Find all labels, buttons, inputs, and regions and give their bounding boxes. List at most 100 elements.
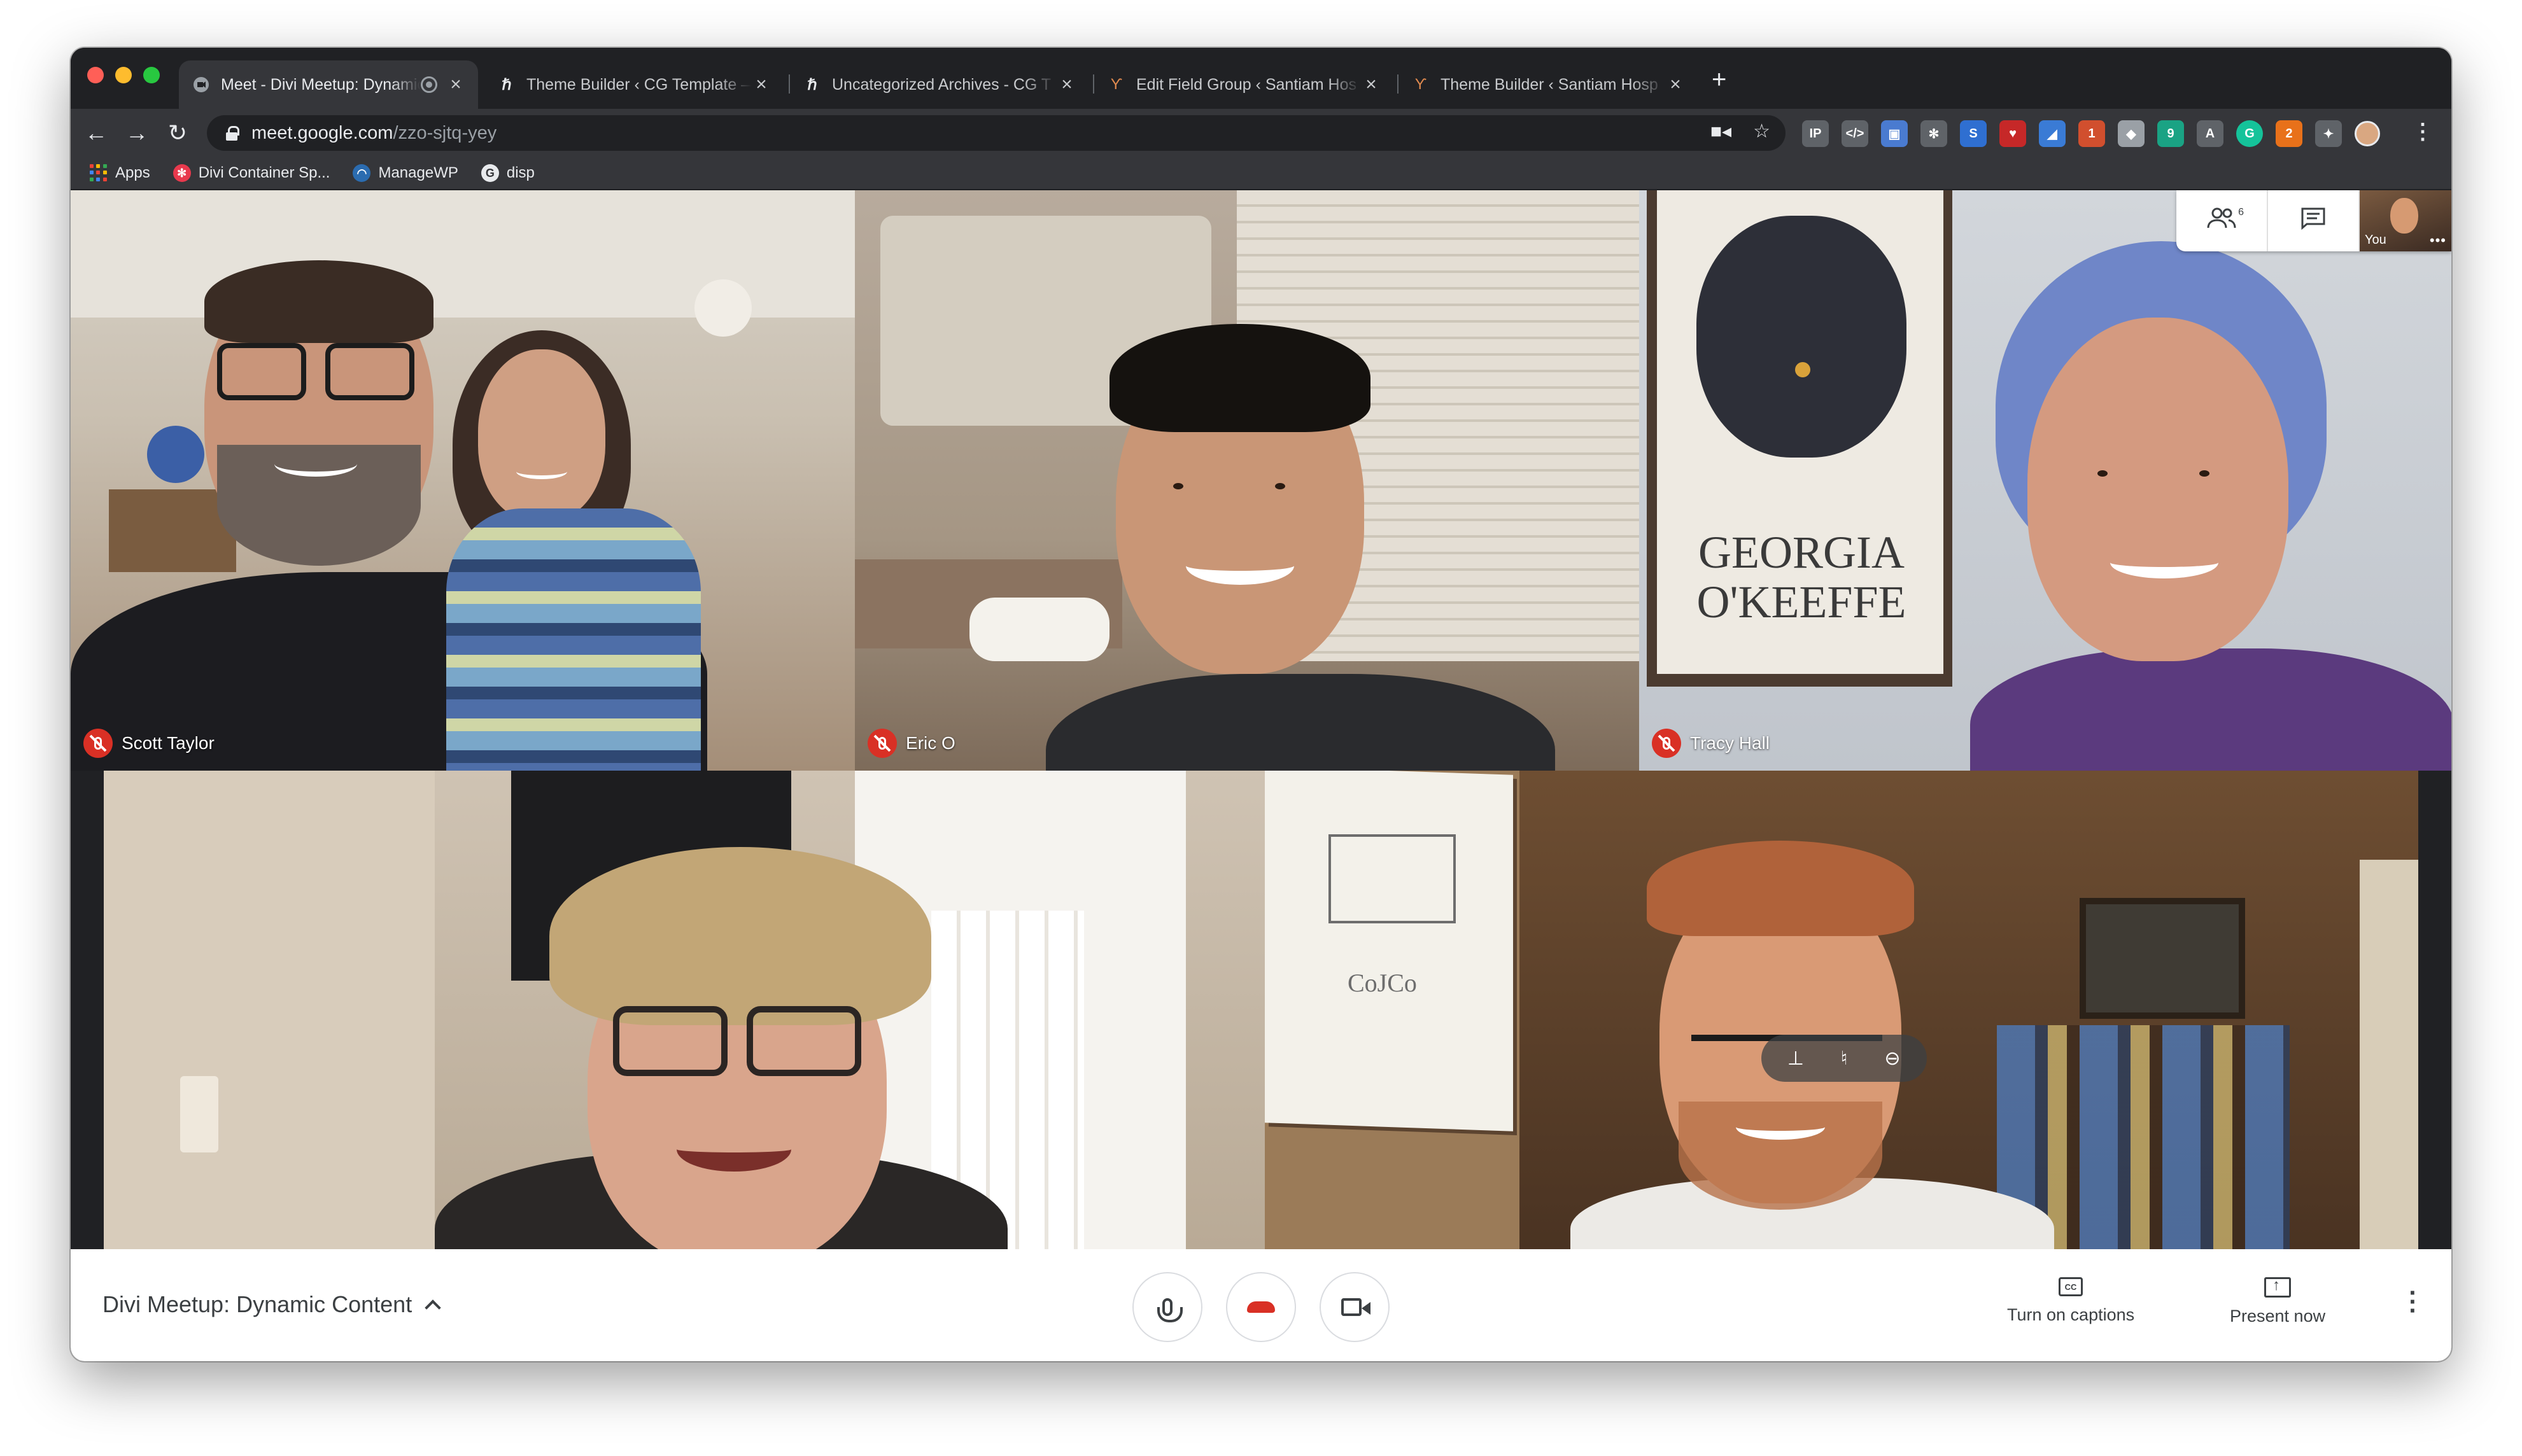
captions-label: Turn on captions bbox=[2007, 1305, 2135, 1324]
extension-icon[interactable]: G bbox=[2236, 120, 2263, 147]
pin-icon[interactable]: ⊥ bbox=[1781, 1044, 1810, 1073]
self-view-more-icon[interactable]: ••• bbox=[2430, 232, 2446, 249]
minimize-window-button[interactable] bbox=[115, 67, 132, 83]
whiteboard-text: CoJCo bbox=[1348, 969, 1417, 997]
extension-icon[interactable]: ♥ bbox=[1999, 120, 2026, 147]
camera-button[interactable] bbox=[1320, 1272, 1390, 1342]
hang-up-button[interactable] bbox=[1226, 1272, 1296, 1342]
tab-uncategorized-archives[interactable]: ℏ Uncategorized Archives - CG T × bbox=[790, 60, 1089, 109]
participant-tile-eric-o[interactable]: Eric O bbox=[855, 190, 1639, 771]
tab-title: Uncategorized Archives - CG T bbox=[832, 75, 1052, 94]
extension-icon[interactable]: A bbox=[2197, 120, 2223, 147]
tile-hover-controls: ⊥ ♮ ⊖ bbox=[1761, 1035, 1927, 1082]
present-now-button[interactable]: Present now bbox=[2230, 1277, 2325, 1326]
tab-title: Theme Builder ‹ Santiam Hosp bbox=[1441, 75, 1658, 94]
recording-icon bbox=[421, 76, 437, 93]
extensions-bar: IP </> ▣ ✻ S ♥ ◢ 1 ◆ 9 A G 2 ✦ bbox=[1802, 120, 2380, 147]
extension-icon[interactable]: ◆ bbox=[2118, 120, 2145, 147]
tab-theme-builder-santiam[interactable]: Ƴ Theme Builder ‹ Santiam Hosp × bbox=[1398, 60, 1698, 109]
extension-icon[interactable]: 2 bbox=[2276, 120, 2302, 147]
new-tab-button[interactable]: + bbox=[1712, 67, 1726, 92]
acf-icon: Ƴ bbox=[1110, 76, 1123, 93]
bookmark-divi-container[interactable]: ✻ Divi Container Sp... bbox=[173, 164, 330, 182]
poster-text: GEORGIA O'KEEFFE bbox=[1696, 527, 1906, 627]
bookmarks-bar: Apps ✻ Divi Container Sp... ◠ ManageWP G… bbox=[71, 157, 2451, 190]
people-button[interactable]: 6 bbox=[2176, 190, 2268, 251]
meet-bottom-bar: Divi Meetup: Dynamic Content CC Turn on … bbox=[71, 1249, 2451, 1361]
reload-icon[interactable]: ↻ bbox=[162, 118, 193, 148]
apps-grid-icon bbox=[90, 164, 108, 182]
present-screen-icon bbox=[2264, 1277, 2292, 1298]
extension-icon[interactable]: 9 bbox=[2157, 120, 2184, 147]
extension-icon[interactable]: ✻ bbox=[1920, 120, 1947, 147]
more-options-icon[interactable]: · · · bbox=[2407, 1280, 2420, 1324]
acf-icon: Ƴ bbox=[1414, 76, 1427, 93]
url-host: meet.google.com bbox=[251, 122, 393, 143]
extension-icon[interactable]: </> bbox=[1842, 120, 1868, 147]
extension-icon[interactable]: S bbox=[1960, 120, 1987, 147]
disp-icon: G bbox=[481, 164, 499, 182]
mic-off-icon bbox=[868, 729, 897, 758]
bookmark-star-icon[interactable]: ☆ bbox=[1753, 120, 1770, 143]
phone-hangup-icon bbox=[1247, 1301, 1275, 1313]
zoom-window-button[interactable] bbox=[143, 67, 160, 83]
extension-icon[interactable]: ◢ bbox=[2039, 120, 2066, 147]
bookmark-label: Divi Container Sp... bbox=[198, 164, 330, 181]
participant-tile-4[interactable] bbox=[104, 771, 1265, 1249]
participant-tile-5[interactable]: CoJCo ⊥ ♮ ⊖ bbox=[1265, 771, 2418, 1249]
extension-icon[interactable]: ▣ bbox=[1881, 120, 1908, 147]
participant-name: Scott Taylor bbox=[122, 733, 215, 753]
tab-edit-field-group[interactable]: Ƴ Edit Field Group ‹ Santiam Hos × bbox=[1094, 60, 1393, 109]
microphone-button[interactable] bbox=[1132, 1272, 1202, 1342]
meet-video-grid: Scott Taylor Eric O GEORGIA O'KEEFFE Tra… bbox=[71, 190, 2451, 1249]
camera-permission-icon[interactable]: ■◂ bbox=[1710, 120, 1731, 143]
back-arrow-icon[interactable]: ← bbox=[81, 118, 111, 148]
remove-participant-icon[interactable]: ⊖ bbox=[1878, 1044, 1907, 1073]
tab-title: Theme Builder ‹ CG Template — bbox=[526, 75, 752, 94]
closed-captions-icon: CC bbox=[2059, 1277, 2083, 1296]
forward-arrow-icon[interactable]: → bbox=[122, 118, 152, 148]
mute-participant-icon[interactable]: ♮ bbox=[1829, 1044, 1859, 1073]
tab-theme-builder-cg[interactable]: ℏ Theme Builder ‹ CG Template — × bbox=[484, 60, 784, 109]
captions-button[interactable]: CC Turn on captions bbox=[2007, 1277, 2134, 1325]
participant-name: Eric O bbox=[906, 733, 955, 753]
close-tab-icon[interactable]: × bbox=[1666, 74, 1685, 95]
tab-meet[interactable]: Meet - Divi Meetup: Dynamic Content × bbox=[179, 60, 478, 109]
participant-name: Tracy Hall bbox=[1690, 733, 1770, 753]
extension-icon[interactable]: IP bbox=[1802, 120, 1829, 147]
close-window-button[interactable] bbox=[87, 67, 104, 83]
bookmark-label: Apps bbox=[115, 164, 150, 181]
profile-avatar[interactable] bbox=[2355, 121, 2380, 146]
browser-window: Meet - Divi Meetup: Dynamic Content × ℏ … bbox=[71, 48, 2451, 1361]
people-icon bbox=[2207, 207, 2236, 235]
participant-name-tag: Eric O bbox=[868, 729, 955, 758]
chevron-up-icon bbox=[425, 1299, 441, 1316]
self-view-thumbnail[interactable]: You ••• bbox=[2360, 190, 2451, 251]
address-bar[interactable]: meet.google.com/zzo-sjtq-yey ■◂ ☆ bbox=[207, 115, 1786, 151]
close-tab-icon[interactable]: × bbox=[446, 74, 465, 95]
microphone-icon bbox=[1157, 1298, 1183, 1322]
meet-top-controls: 6 You ••• bbox=[2176, 190, 2451, 251]
lock-icon bbox=[226, 126, 239, 141]
close-tab-icon[interactable]: × bbox=[752, 74, 771, 95]
close-tab-icon[interactable]: × bbox=[1362, 74, 1381, 95]
bookmark-apps[interactable]: Apps bbox=[90, 164, 150, 182]
meeting-title: Divi Meetup: Dynamic Content bbox=[102, 1291, 412, 1317]
url-path: /zzo-sjtq-yey bbox=[393, 122, 497, 143]
bookmark-disp[interactable]: G disp bbox=[481, 164, 535, 182]
builder-icon: ℏ bbox=[502, 76, 512, 94]
browser-menu-icon[interactable]: ⋮ bbox=[2412, 119, 2434, 144]
bookmark-managewp[interactable]: ◠ ManageWP bbox=[353, 164, 458, 182]
participant-tile-scott-taylor[interactable]: Scott Taylor bbox=[71, 190, 855, 771]
participant-tile-tracy-hall[interactable]: GEORGIA O'KEEFFE Tracy Hall bbox=[1639, 190, 2451, 771]
close-tab-icon[interactable]: × bbox=[1057, 74, 1076, 95]
tab-title: Meet - Divi Meetup: Dynamic Content bbox=[221, 75, 421, 94]
managewp-icon: ◠ bbox=[353, 164, 371, 182]
extension-icon[interactable]: 1 bbox=[2078, 120, 2105, 147]
meeting-details-toggle[interactable]: Divi Meetup: Dynamic Content bbox=[102, 1291, 441, 1318]
puzzle-extensions-icon[interactable]: ✦ bbox=[2315, 120, 2342, 147]
participant-name-tag: Tracy Hall bbox=[1652, 729, 1770, 758]
chat-button[interactable] bbox=[2268, 190, 2360, 251]
chat-icon bbox=[2300, 207, 2326, 235]
people-count: 6 bbox=[2238, 207, 2244, 218]
